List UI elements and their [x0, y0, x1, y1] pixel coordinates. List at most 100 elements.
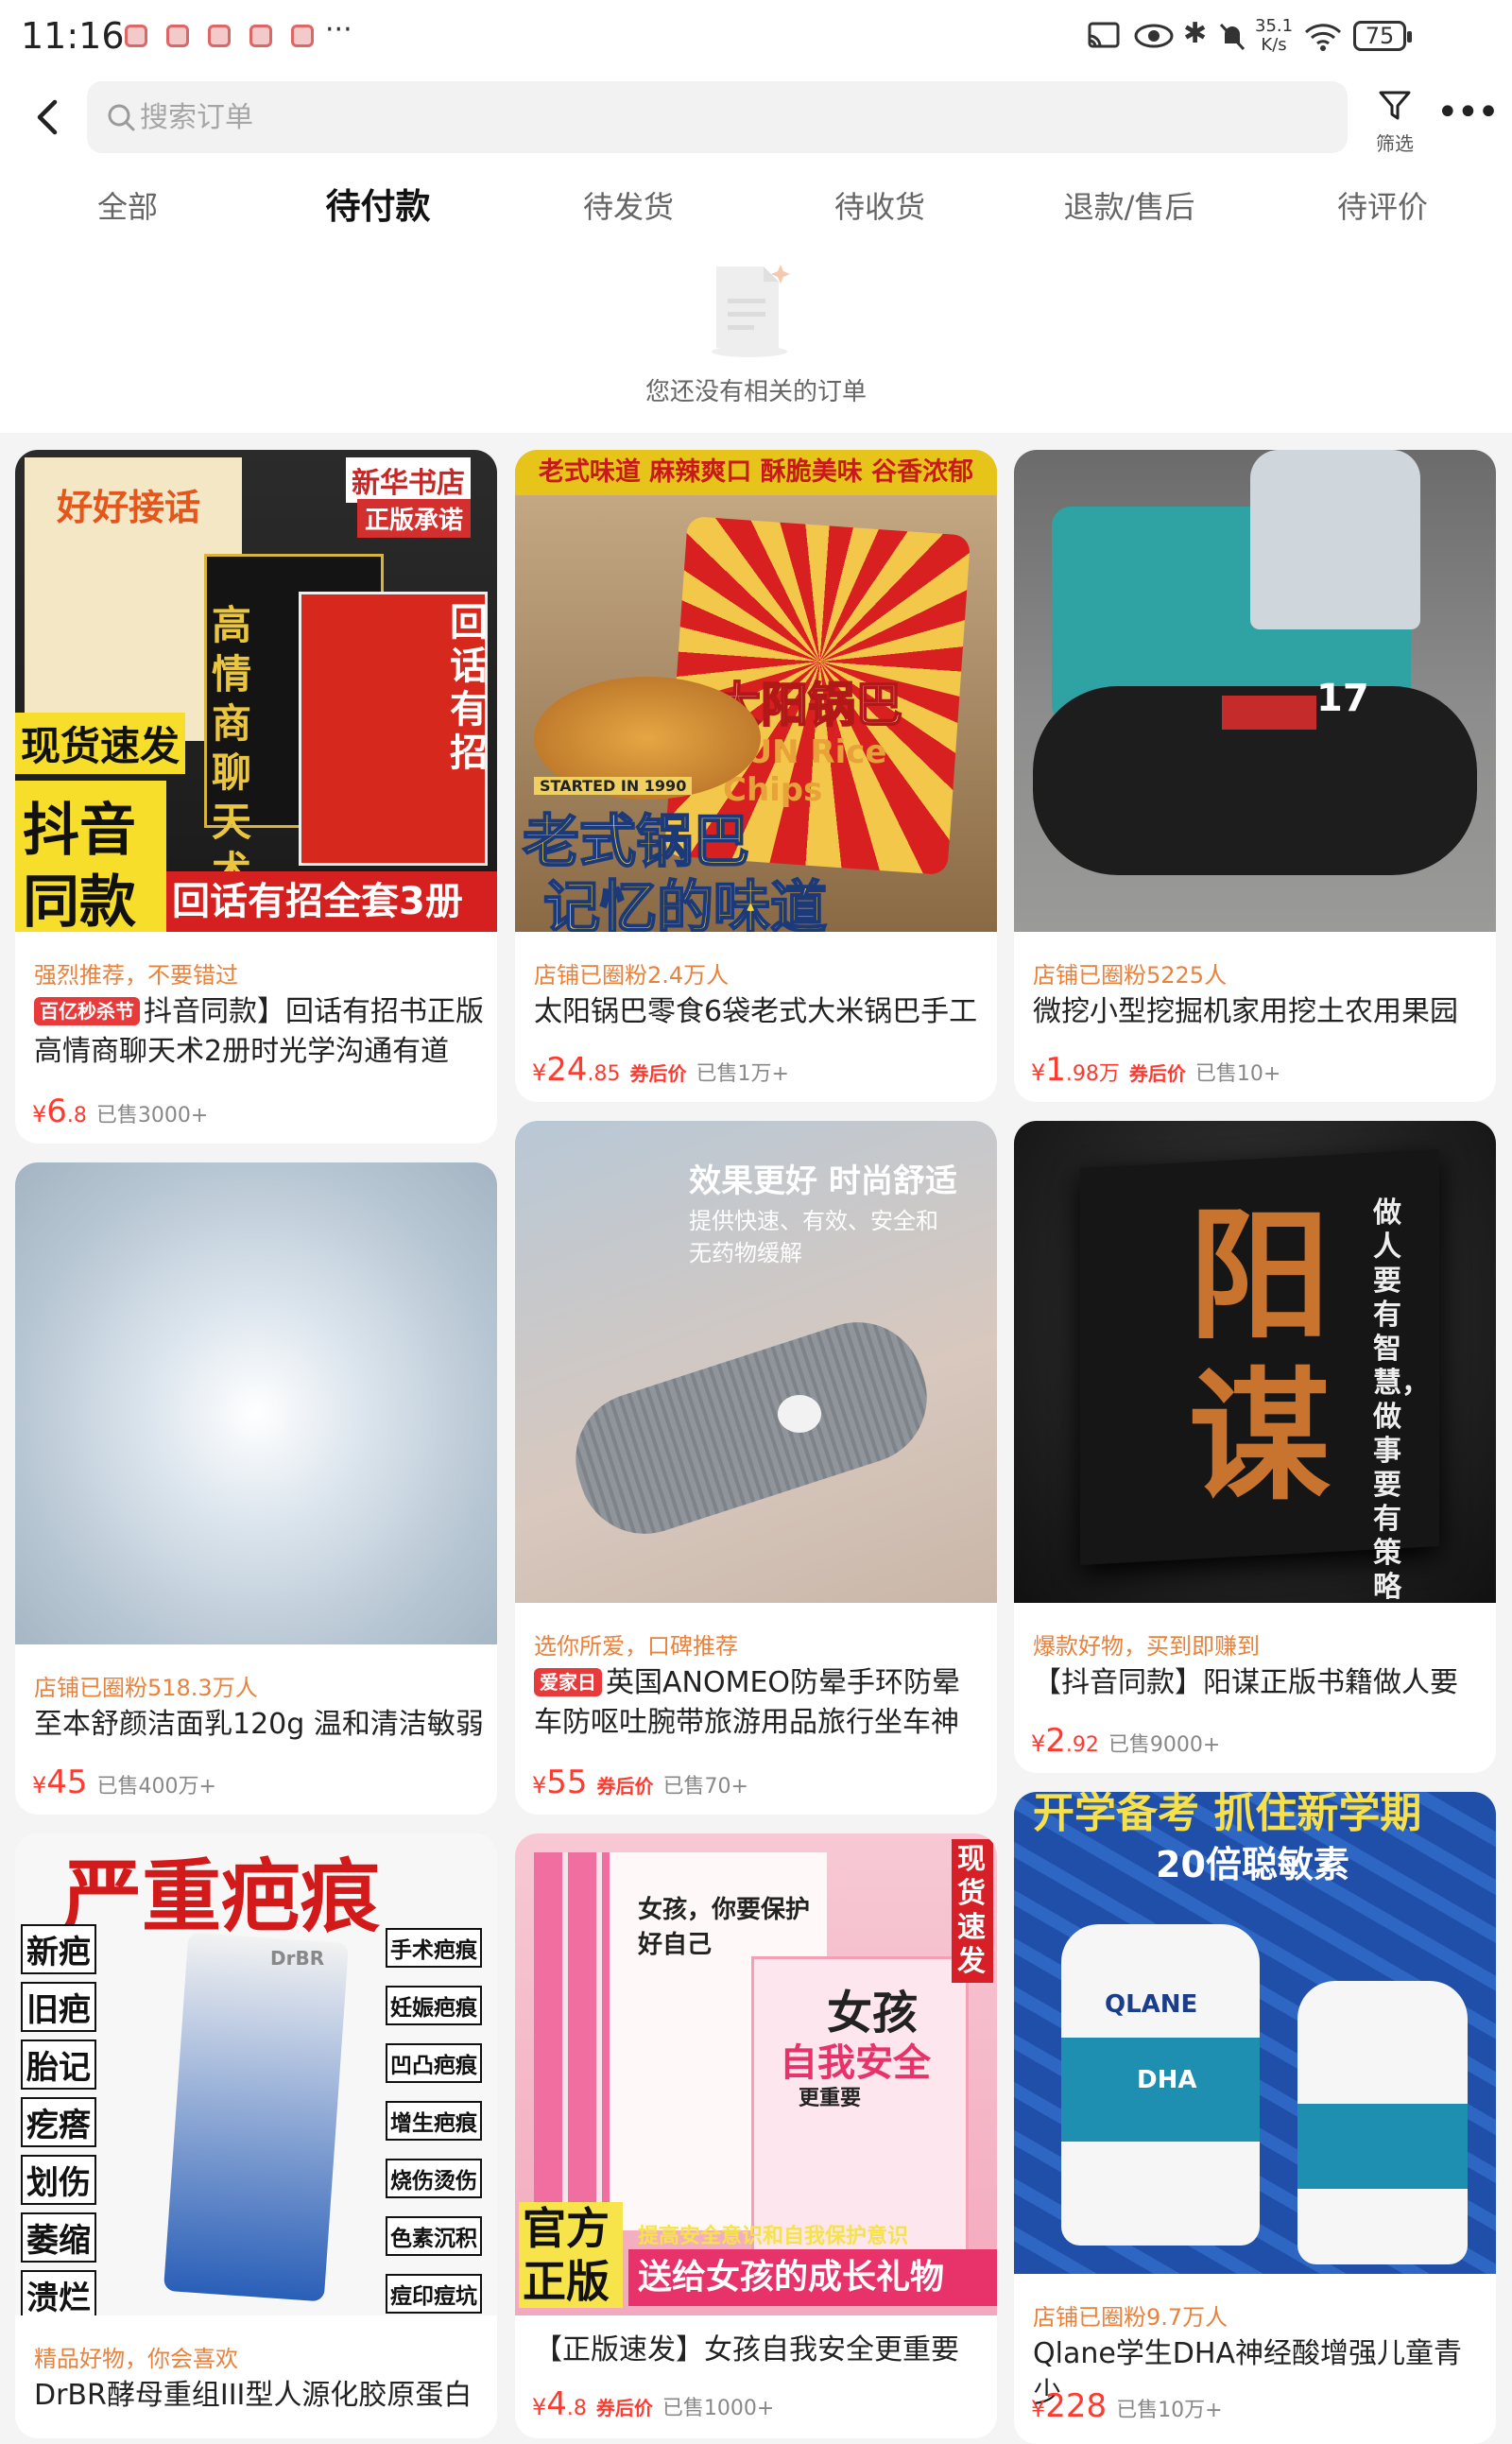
image-text: 老式味道 麻辣爽口 酥脆美味 谷香浓郁	[515, 450, 997, 495]
product-title: 百亿秒杀节 抖音同款】回话有招书正版高情商聊天术2册时光学沟通有道	[34, 992, 488, 1072]
bluetooth-icon: ✱	[1183, 17, 1208, 50]
product-tag: 爆款好物，买到即赚到	[1033, 1633, 1260, 1660]
sold-count: 已售1000+	[662, 2397, 775, 2420]
sold-count: 已售3000+	[95, 1104, 209, 1127]
scar-type-label: 烧伤烫伤	[386, 2159, 482, 2198]
back-arrow-icon[interactable]	[26, 95, 72, 140]
top-panel: 11:16 ··· ✱ 35.1K/s 75 筛选 ••• 全部 待付款 待发货…	[0, 0, 1512, 433]
product-price: ¥1.98万	[1031, 1051, 1120, 1089]
product-price: ¥4.8	[532, 2385, 587, 2423]
image-text: 回话有招全套3册	[166, 871, 497, 932]
product-card[interactable]: 老式味道 麻辣爽口 酥脆美味 谷香浓郁 太阳锅巴 SUN Rice Chips …	[515, 450, 997, 1102]
product-image: 好好接话 高情商聊天术 回话有招 新华书店 正版承诺 现货速发 抖音 同款 回话…	[15, 450, 497, 932]
order-tabs: 全部 待付款 待发货 待收货 退款/售后 待评价	[0, 170, 1512, 236]
product-card[interactable]: 女孩，你要保护好自己 女孩 自我安全 更重要 现货速发 官方正版 提高安全意识和…	[515, 1833, 997, 2438]
promo-badge: 爱家日	[534, 1668, 602, 1696]
tab-refund[interactable]: 退款/售后	[1049, 183, 1210, 227]
scar-type-label: 疙瘩	[21, 2097, 96, 2147]
scar-type-label: 妊娠疤痕	[386, 1986, 482, 2025]
image-text: 开学备考 抓住新学期	[1033, 1792, 1422, 1837]
price-row: ¥24.85 券后价 已售1万+	[532, 1051, 789, 1089]
image-text: 新华书店	[346, 457, 471, 503]
product-tag: 选你所爱，口碑推荐	[534, 1633, 738, 1660]
scar-type-label: 划伤	[21, 2155, 96, 2205]
image-text: 官方正版	[519, 2202, 623, 2308]
search-input[interactable]	[140, 81, 1274, 153]
price-int: 6	[46, 1093, 67, 1130]
after-coupon-label: 券后价	[629, 1062, 687, 1085]
product-tag: 强烈推荐，不要错过	[34, 962, 238, 989]
scar-type-label: 胎记	[21, 2040, 96, 2090]
notification-icon	[125, 25, 147, 47]
image-text: 抖音	[23, 798, 136, 864]
product-tag: 店铺已圈粉2.4万人	[534, 962, 730, 989]
search-bar[interactable]	[87, 81, 1348, 153]
wifi-icon	[1304, 24, 1342, 51]
product-card[interactable]: 店铺已圈粉518.3万人 至本舒颜洁面乳120g 温和清洁敏弱 ¥45 已售400…	[15, 1162, 497, 1815]
notification-icon	[166, 25, 189, 47]
price-dec: .8	[566, 2397, 587, 2420]
speed-unit: K/s	[1261, 35, 1287, 55]
image-text: 正版承诺	[357, 499, 472, 538]
image-text: 效果更好 时尚舒适	[689, 1162, 957, 1200]
product-card[interactable]: 严重疤痕 DrBR 新疤 旧疤 胎记 疙瘩 划伤 萎缩 溃烂 手术疤痕 妊娠疤痕 凹凸疤痕 增生疤…	[15, 1833, 497, 2438]
price-row: ¥2.92 已售9000+	[1031, 1722, 1220, 1760]
image-text: 女孩，你要保护好自己	[638, 1896, 811, 1959]
price-int: 45	[46, 1764, 88, 1801]
image-text: 回话有招	[450, 601, 488, 775]
product-price: ¥55	[532, 1764, 588, 1801]
scar-type-label: 凹凸疤痕	[386, 2043, 482, 2083]
product-title: 爱家日 英国ANOMEO防晕手环防晕车防呕吐腕带旅游用品旅行坐车神	[534, 1663, 988, 1743]
tab-pending-receipt[interactable]: 待收货	[818, 183, 941, 227]
price-int: 1	[1045, 1051, 1066, 1089]
product-tag: 店铺已圈粉9.7万人	[1033, 2304, 1228, 2331]
image-text: 17	[1316, 677, 1369, 720]
tab-pending-review[interactable]: 待评价	[1321, 183, 1444, 227]
empty-state-text: 您还没有相关的订单	[644, 378, 867, 406]
image-text: 自我安全	[780, 2041, 931, 2085]
product-card[interactable]: 开学备考 抓住新学期 20倍聪敏素 QLANE DHA 店铺已圈粉9.7万人 Q…	[1014, 1792, 1496, 2444]
product-image: 老式味道 麻辣爽口 酥脆美味 谷香浓郁 太阳锅巴 SUN Rice Chips …	[515, 450, 997, 932]
after-coupon-label: 券后价	[596, 1775, 654, 1798]
tab-pending-shipment[interactable]: 待发货	[567, 183, 690, 227]
product-title: 至本舒颜洁面乳120g 温和清洁敏弱	[34, 1708, 484, 1741]
image-text: 严重疤痕	[62, 1850, 381, 1943]
after-coupon-label: 券后价	[595, 2397, 653, 2419]
price-row: ¥228 已售10万+	[1031, 2387, 1223, 2425]
filter-button[interactable]: 筛选	[1368, 83, 1421, 159]
price-row: ¥45 已售400万+	[32, 1764, 216, 1801]
product-image: 严重疤痕 DrBR 新疤 旧疤 胎记 疙瘩 划伤 萎缩 溃烂 手术疤痕 妊娠疤痕 凹凸疤痕 增生疤…	[15, 1833, 497, 2315]
image-text: 提供快速、有效、安全和	[689, 1208, 938, 1234]
image-text: 记忆的味道	[542, 874, 828, 932]
more-options-icon[interactable]: •••	[1436, 91, 1500, 134]
filter-icon	[1379, 91, 1411, 120]
tab-pending-payment[interactable]: 待付款	[302, 178, 454, 229]
scar-type-label: 旧疤	[21, 1982, 96, 2032]
product-price: ¥45	[32, 1764, 88, 1801]
scar-type-label: 溃烂	[21, 2270, 96, 2315]
notification-icon	[208, 25, 231, 47]
scar-type-label: 痘印痘坑	[386, 2274, 482, 2314]
sold-count: 已售400万+	[96, 1775, 216, 1799]
after-coupon-label: 券后价	[1128, 1062, 1186, 1085]
product-card[interactable]: 阳谋 做人要有智慧，做事要有策略 爆款好物，买到即赚到 【抖音同款】阳谋正版书籍…	[1014, 1121, 1496, 1773]
product-tag: 店铺已圈粉5225人	[1033, 962, 1228, 989]
price-int: 24	[546, 1051, 588, 1089]
price-dec: .98万	[1065, 1062, 1120, 1086]
scar-type-label: 增生疤痕	[386, 2101, 482, 2141]
tab-all[interactable]: 全部	[66, 183, 189, 227]
status-time: 11:16	[21, 15, 125, 57]
image-text: DHA	[1137, 2066, 1197, 2094]
product-price: ¥228	[1031, 2387, 1108, 2425]
product-card[interactable]: 效果更好 时尚舒适 提供快速、有效、安全和 无药物缓解 选你所爱，口碑推荐 爱家…	[515, 1121, 997, 1815]
image-text: STARTED IN 1990	[534, 777, 693, 795]
price-dec: .8	[66, 1104, 87, 1127]
product-card[interactable]: 好好接话 高情商聊天术 回话有招 新华书店 正版承诺 现货速发 抖音 同款 回话…	[15, 450, 497, 1144]
price-dec: .92	[1065, 1733, 1099, 1757]
price-row: ¥55 券后价 已售70+	[532, 1764, 748, 1801]
status-bar: 11:16 ··· ✱ 35.1 K/s 75	[0, 0, 1512, 76]
product-card[interactable]: 17 店铺已圈粉5225人 微挖小型挖掘机家用挖土农用果园 ¥1.98万 券后价已…	[1014, 450, 1496, 1102]
price-row: ¥4.8 券后价 已售1000+	[532, 2385, 774, 2423]
product-title: 【抖音同款】阳谋正版书籍做人要	[1033, 1666, 1458, 1699]
image-text: 20倍聪敏素	[1156, 1844, 1349, 1885]
